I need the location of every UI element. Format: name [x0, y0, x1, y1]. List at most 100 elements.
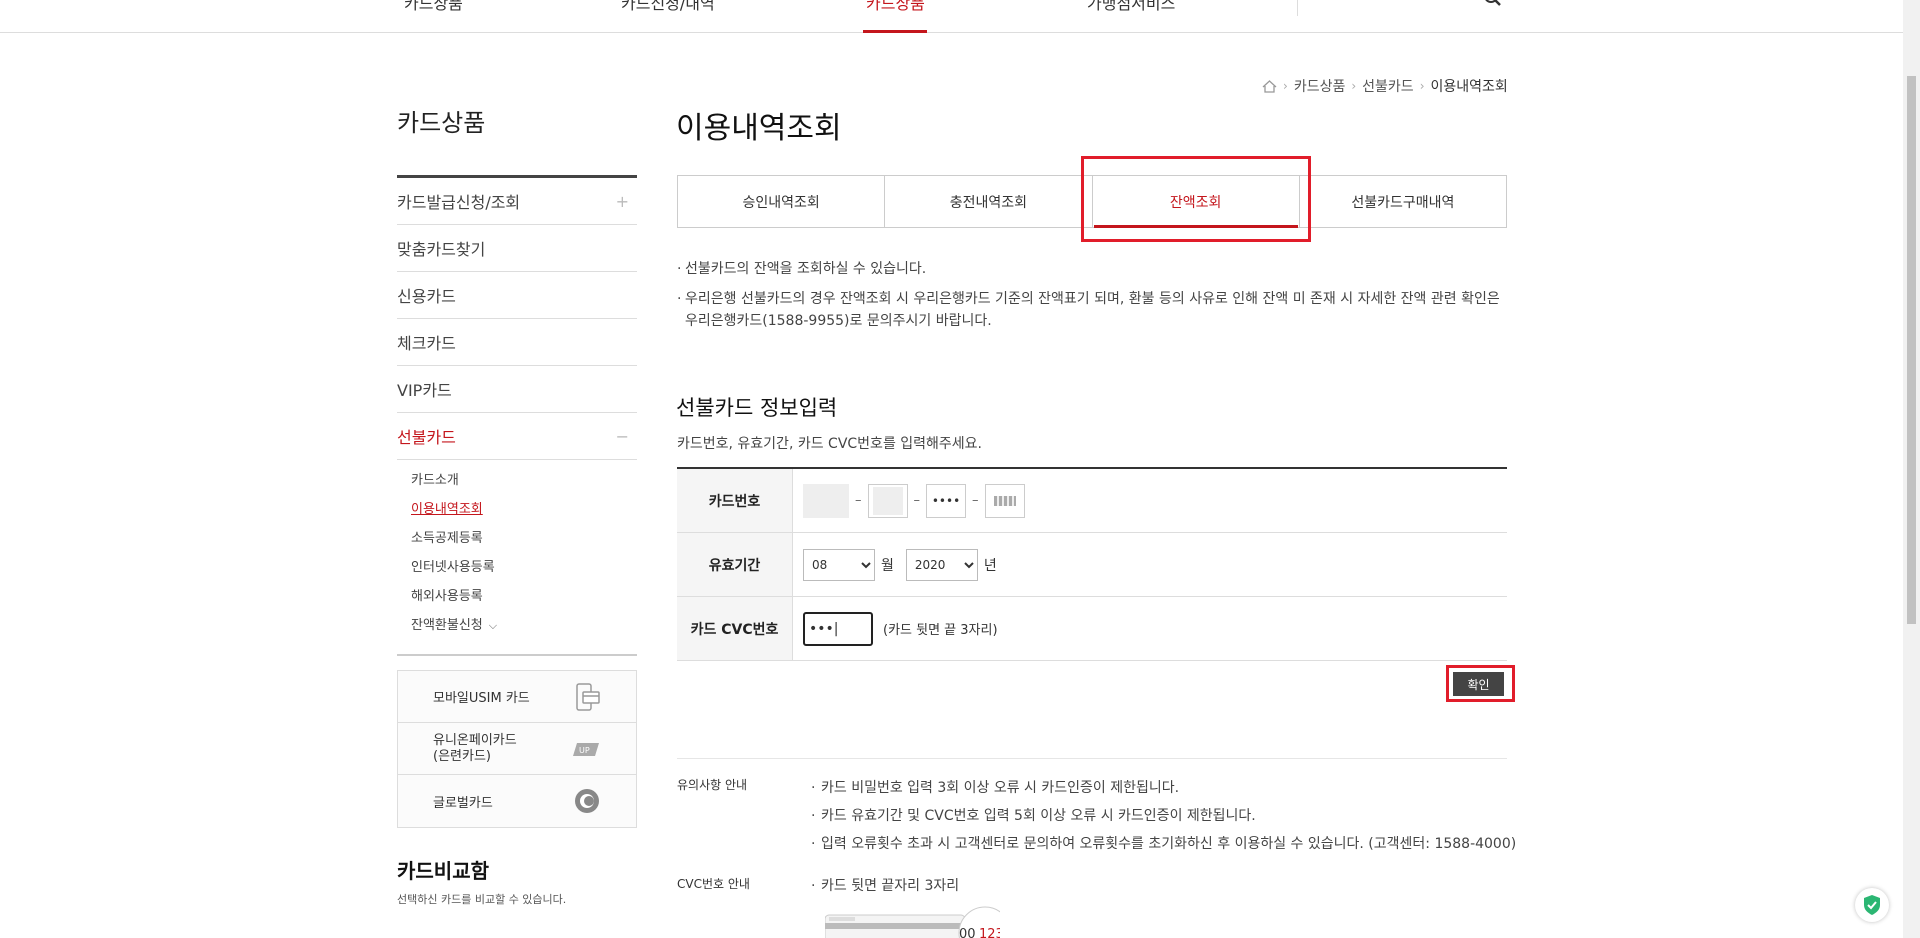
card-number-fields: – – •••• – — [793, 469, 1507, 532]
chevron-down-icon: ⌵ — [488, 619, 498, 632]
info-line: 선불카드의 잔액을 조회하실 수 있습니다. — [677, 258, 1507, 280]
top-navigation: 카드상품 카드신청/내역 카드상품 가맹점서비스 — [0, 0, 1903, 33]
cvc-guide-list: 카드 뒷면 끝자리 3자리 — [811, 872, 959, 900]
shield-icon — [1864, 895, 1880, 915]
svg-text:00: 00 — [959, 927, 976, 938]
submenu-item-refund[interactable]: 잔액환불신청 ⌵ — [411, 615, 637, 644]
sidebar-item-find-card[interactable]: 맞춤카드찾기 — [397, 225, 637, 272]
caution-item: 입력 오류횟수 초과 시 고객센터로 문의하여 오류횟수를 초기화하신 후 이용… — [811, 830, 1516, 858]
cvc-input[interactable]: •••| — [803, 611, 873, 646]
caution-list: 카드 비밀번호 입력 3회 이상 오류 시 카드인증이 제한됩니다. 카드 유효… — [811, 774, 1516, 858]
card-info-form: 카드번호 – – •••• – 유효기간 08 월 2020 년 카드 CVC번… — [677, 467, 1507, 661]
notice-divider — [677, 758, 1507, 759]
cvc-label: 카드 CVC번호 — [677, 597, 793, 660]
card-link-label: 모바일USIM 카드 — [433, 691, 530, 706]
tab-highlight-box — [1081, 156, 1311, 242]
sidebar-item-check-card[interactable]: 체크카드 — [397, 319, 637, 366]
sidebar-item-label: 선불카드 — [397, 428, 456, 447]
breadcrumb-item[interactable]: 카드상품 — [1294, 76, 1346, 96]
svg-text:UP: UP — [579, 746, 590, 755]
form-row-card-number: 카드번호 – – •••• – — [677, 469, 1507, 533]
card-number-label: 카드번호 — [677, 469, 793, 532]
breadcrumb-separator-icon: › — [1351, 79, 1357, 93]
breadcrumb: › 카드상품 › 선불카드 › 이용내역조회 — [1262, 76, 1508, 96]
sidebar-item-credit-card[interactable]: 신용카드 — [397, 272, 637, 319]
breadcrumb-separator-icon: › — [1283, 79, 1288, 93]
card-link-label: 글로벌카드 — [433, 795, 493, 811]
cvc-card-illustration: 00 123 — [825, 905, 1000, 938]
page-scrollbar[interactable] — [1903, 0, 1920, 938]
sidebar-item-label: 체크카드 — [397, 334, 456, 353]
expiry-fields: 08 월 2020 년 — [793, 533, 1507, 596]
unionpay-icon: UP — [573, 742, 599, 756]
submenu-item-intro[interactable]: 카드소개 — [411, 470, 637, 499]
sidebar-item-vip-card[interactable]: VIP카드 — [397, 366, 637, 413]
form-title: 선불카드 정보입력 — [676, 396, 838, 420]
cvc-number-text: 123 — [979, 927, 1000, 938]
plus-icon[interactable]: + — [616, 192, 629, 211]
dash-separator: – — [913, 493, 921, 508]
sidebar-item-label: 맞춤카드찾기 — [397, 240, 486, 259]
sidebar-item-prepaid-card[interactable]: 선불카드 − — [397, 413, 637, 460]
sidebar-card-links: 모바일USIM 카드 유니온페이카드 (은련카드) UP 글로벌카드 — [397, 670, 637, 828]
nav-item-1[interactable]: 카드상품 — [404, 0, 463, 13]
sidebar-menu: 카드발급신청/조회 + 맞춤카드찾기 신용카드 체크카드 VIP카드 선불카드 … — [397, 175, 637, 656]
card-number-input-4[interactable] — [984, 483, 1025, 518]
scrollbar-thumb[interactable] — [1907, 76, 1916, 624]
form-subtitle: 카드번호, 유효기간, 카드 CVC번호를 입력해주세요. — [677, 436, 982, 452]
submenu-item-internet-use[interactable]: 인터넷사용등록 — [411, 557, 637, 586]
sidebar-title: 카드상품 — [397, 109, 486, 137]
sidebar-item-label: VIP카드 — [397, 381, 452, 400]
compare-box-description: 선택하신 카드를 비교할 수 있습니다. — [397, 893, 567, 906]
card-number-input-2[interactable] — [867, 483, 908, 518]
expiry-label: 유효기간 — [677, 533, 793, 596]
security-shield-icon[interactable] — [1855, 888, 1889, 922]
tab-charge-history[interactable]: 충전내역조회 — [885, 176, 1093, 227]
expiry-month-select[interactable]: 08 — [803, 548, 875, 581]
tab-approval-history[interactable]: 승인내역조회 — [678, 176, 886, 227]
search-icon[interactable] — [1484, 0, 1502, 8]
sidebar-item-card-apply[interactable]: 카드발급신청/조회 + — [397, 178, 637, 225]
sidebar-item-label: 신용카드 — [397, 287, 456, 306]
card-number-input-1[interactable] — [803, 483, 849, 518]
submenu-item-overseas-use[interactable]: 해외사용등록 — [411, 586, 637, 615]
form-row-cvc: 카드 CVC번호 •••| (카드 뒷면 끝 3자리) — [677, 597, 1507, 661]
submenu-item-usage-history[interactable]: 이용내역조회 — [411, 499, 637, 528]
caution-label: 유의사항 안내 — [677, 778, 748, 792]
cvc-guide-item: 카드 뒷면 끝자리 3자리 — [811, 872, 959, 900]
month-unit: 월 — [881, 557, 894, 574]
card-link-mobile-usim[interactable]: 모바일USIM 카드 — [398, 671, 636, 723]
info-line: 우리은행 선불카드의 경우 잔액조회 시 우리은행카드 기준의 잔액표기 되며,… — [677, 288, 1507, 332]
dash-separator: – — [972, 493, 979, 508]
form-row-expiry: 유효기간 08 월 2020 년 — [677, 533, 1507, 597]
page-title: 이용내역조회 — [676, 111, 842, 146]
tab-purchase-history[interactable]: 선불카드구매내역 — [1300, 176, 1506, 227]
expiry-year-select[interactable]: 2020 — [905, 548, 978, 581]
cvc-hint: (카드 뒷면 끝 3자리) — [883, 623, 998, 638]
card-number-input-4-fill — [993, 495, 1016, 506]
card-number-input-3[interactable]: •••• — [926, 483, 966, 518]
global-card-icon — [575, 789, 599, 813]
submenu-item-refund-label: 잔액환불신청 — [411, 618, 483, 633]
nav-divider — [1297, 0, 1298, 16]
info-section: 선불카드의 잔액을 조회하실 수 있습니다. 우리은행 선불카드의 경우 잔액조… — [677, 258, 1507, 340]
card-link-label: 유니온페이카드 (은련카드) — [433, 732, 517, 764]
home-icon[interactable] — [1262, 79, 1277, 93]
breadcrumb-current: 이용내역조회 — [1430, 79, 1508, 95]
submenu-item-tax-deduction[interactable]: 소득공제등록 — [411, 528, 637, 557]
caution-item: 카드 유효기간 및 CVC번호 입력 5회 이상 오류 시 카드인증이 제한됩니… — [811, 802, 1516, 830]
nav-item-3[interactable]: 카드상품 — [866, 0, 925, 13]
nav-item-2[interactable]: 카드신청/내역 — [621, 0, 715, 13]
dash-separator: – — [855, 493, 862, 508]
caution-item: 카드 비밀번호 입력 3회 이상 오류 시 카드인증이 제한됩니다. — [811, 774, 1516, 802]
breadcrumb-item[interactable]: 선불카드 — [1362, 76, 1414, 96]
year-unit: 년 — [983, 557, 997, 574]
card-link-global[interactable]: 글로벌카드 — [398, 775, 636, 827]
nav-item-4[interactable]: 가맹점서비스 — [1087, 0, 1175, 13]
breadcrumb-separator-icon: › — [1419, 79, 1425, 93]
cvc-card-graphic: 00 123 — [825, 906, 1000, 938]
nav-active-underline — [863, 30, 927, 33]
minus-icon[interactable]: − — [616, 427, 629, 446]
confirm-highlight-box — [1446, 665, 1515, 702]
card-link-unionpay[interactable]: 유니온페이카드 (은련카드) UP — [398, 723, 636, 775]
